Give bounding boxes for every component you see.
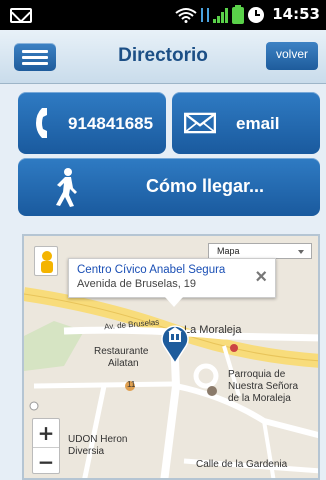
envelope-icon [184, 112, 216, 134]
location-pin-icon[interactable] [160, 322, 190, 364]
phone-number: 914841685 [68, 114, 154, 133]
battery-icon [232, 4, 244, 24]
mail-notification-icon [10, 8, 32, 23]
map-label-parish-3: de la Moraleja [228, 393, 291, 404]
status-icons [175, 4, 264, 24]
status-bar: 14:53 [0, 0, 326, 30]
email-button[interactable]: email [172, 92, 320, 154]
info-title[interactable]: Centro Cívico Anabel Segura [77, 264, 247, 276]
back-button[interactable]: volver [266, 42, 318, 70]
content-area: 914841685 email Cómo llegar... Mapa Cent… [0, 84, 326, 480]
map-label-gardenia: Calle de la Gardenia [196, 459, 288, 470]
map-label-road-number: 11 [127, 380, 136, 389]
data-transfer-icon [201, 8, 209, 22]
map-label-restaurant: Restaurante [94, 346, 149, 357]
info-address: Avenida de Bruselas, 19 [77, 278, 197, 290]
phone-icon [36, 108, 47, 138]
alarm-icon [248, 7, 264, 23]
email-label: email [236, 114, 280, 133]
close-icon[interactable]: × [255, 267, 267, 287]
map-type-select[interactable]: Mapa [208, 243, 312, 259]
directions-label: Cómo llegar... [146, 176, 265, 196]
wifi-icon [175, 7, 197, 23]
status-time: 14:53 [272, 5, 320, 23]
map-label-parish-1: Parroquia de [228, 369, 286, 380]
phone-button[interactable]: 914841685 [18, 92, 166, 154]
info-window[interactable]: Centro Cívico Anabel Segura Avenida de B… [68, 258, 276, 307]
signal-icon [213, 7, 228, 23]
street-view-pegman-icon[interactable] [34, 246, 58, 276]
map-label-moraleja: La Moraleja [184, 324, 242, 336]
directions-button[interactable]: Cómo llegar... [18, 158, 320, 216]
app-bar: Directorio volver [0, 30, 326, 84]
chevron-down-icon [298, 250, 304, 254]
zoom-out-button[interactable]: − [33, 447, 59, 475]
map-label-udon-2: Diversia [68, 446, 105, 457]
map-label-udon-1: UDON Heron [68, 434, 128, 445]
map-label-parish-2: Nuestra Señora [228, 381, 299, 392]
zoom-control: + − [32, 418, 60, 474]
map-label-restaurant-name: Ailatan [108, 358, 139, 369]
zoom-in-button[interactable]: + [33, 419, 59, 447]
map-type-value: Mapa [217, 246, 240, 256]
map-view[interactable]: Mapa Centro Cívico Anabel Segura Avenida… [22, 234, 320, 480]
walking-person-icon [56, 168, 77, 207]
